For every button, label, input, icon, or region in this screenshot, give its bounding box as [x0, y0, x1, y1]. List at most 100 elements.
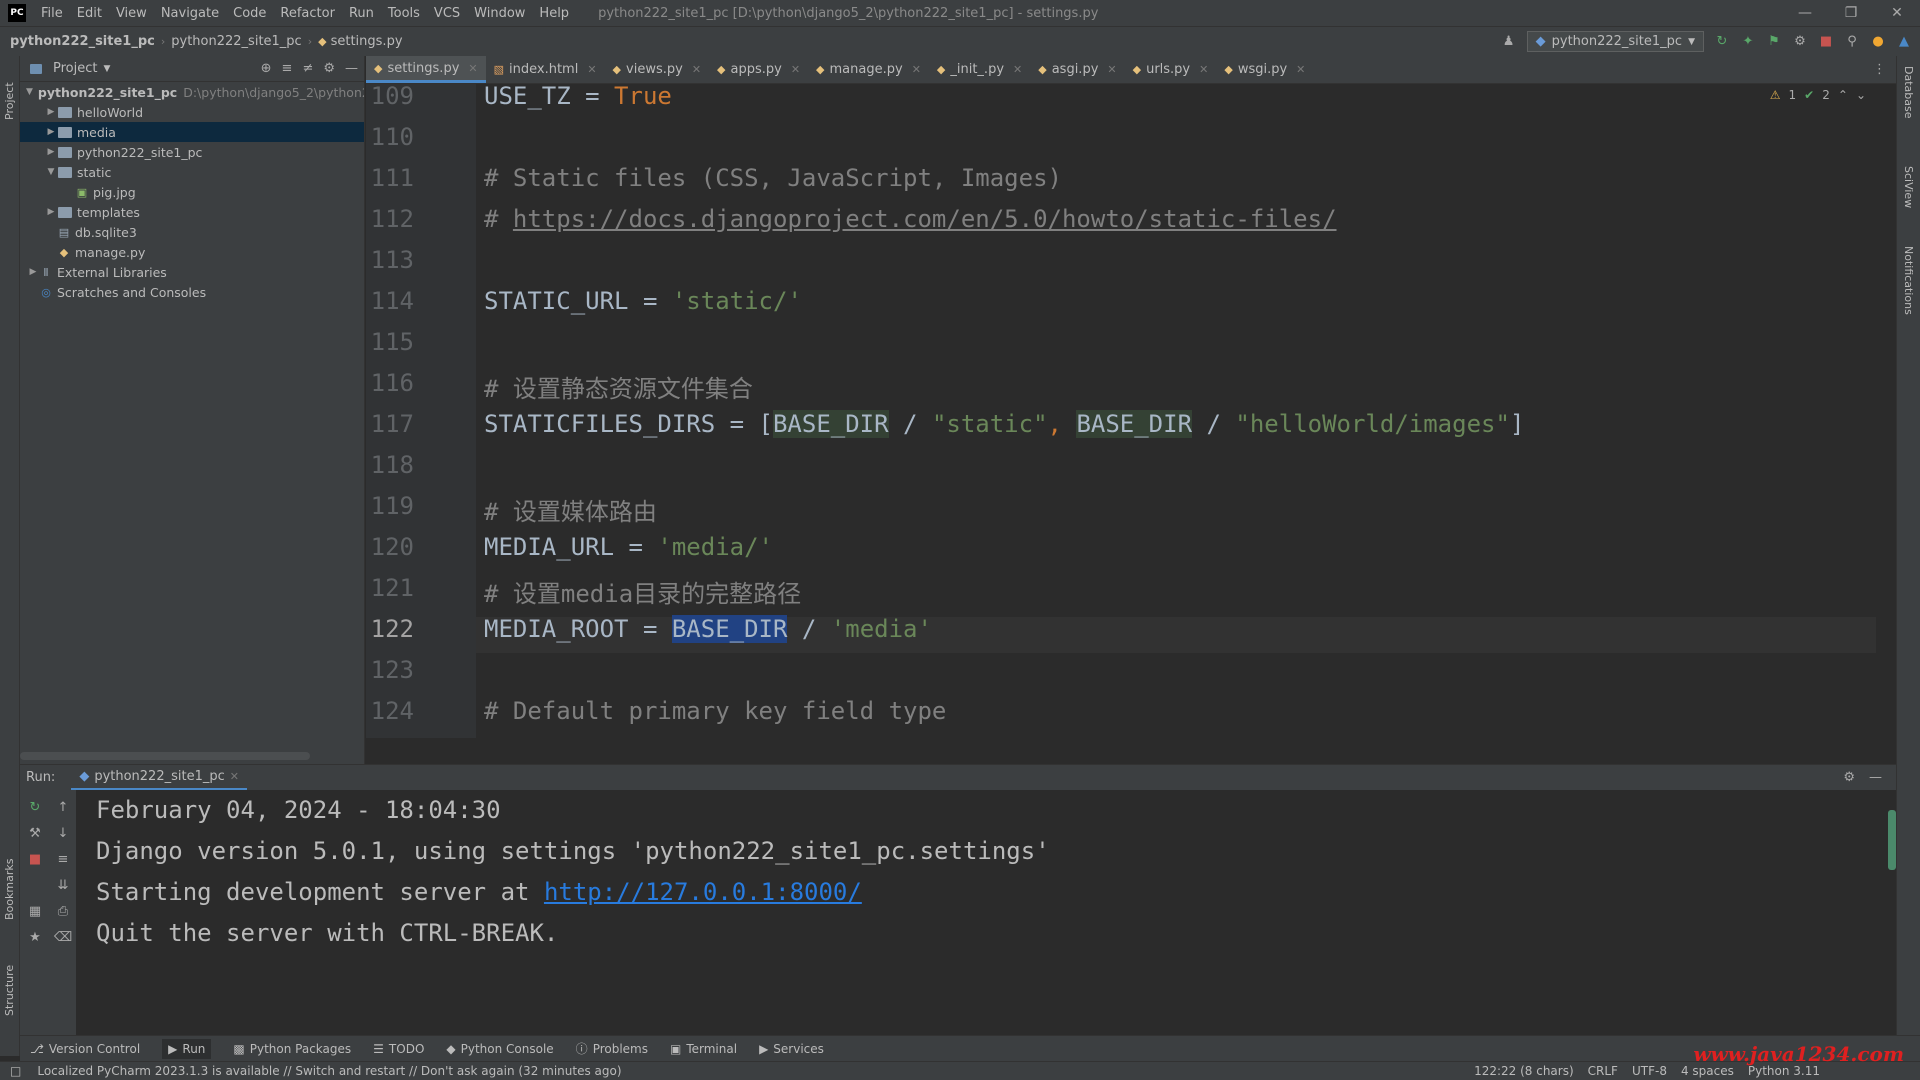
- tree-item[interactable]: ▼ static: [20, 162, 364, 182]
- run-console[interactable]: February 04, 2024 - 18:04:30 Django vers…: [76, 790, 1896, 1035]
- run-tab[interactable]: ◆ python222_site1_pc ✕: [71, 765, 247, 791]
- menu-help[interactable]: Help: [532, 6, 576, 21]
- editor-tab[interactable]: ◆ wsgi.py ✕: [1216, 56, 1313, 83]
- jetbrains-icon[interactable]: ▲: [1896, 34, 1912, 50]
- close-tab-icon[interactable]: ✕: [1296, 63, 1305, 76]
- stop-icon[interactable]: ■: [1818, 34, 1834, 50]
- profile-icon[interactable]: ⚙: [1792, 34, 1808, 50]
- tree-item[interactable]: ▶ media: [20, 122, 364, 142]
- editor-tab[interactable]: ◆ asgi.py ✕: [1030, 56, 1124, 83]
- indent-setting[interactable]: 4 spaces: [1681, 1064, 1734, 1078]
- locate-icon[interactable]: ⊕: [261, 61, 272, 76]
- inspection-widget[interactable]: ⚠ 1 ✔ 2 ⌃ ⌄: [1770, 88, 1866, 102]
- close-tab-icon[interactable]: ✕: [791, 63, 800, 76]
- trash-icon[interactable]: ⌫: [54, 928, 72, 946]
- close-tab-icon[interactable]: ✕: [1013, 63, 1022, 76]
- search-icon[interactable]: ⚲: [1844, 34, 1860, 50]
- close-tab-icon[interactable]: ✕: [1107, 63, 1116, 76]
- caret-position[interactable]: 122:22 (8 chars): [1474, 1064, 1574, 1078]
- close-tab-icon[interactable]: ✕: [230, 770, 239, 783]
- expand-all-icon[interactable]: ≡: [282, 61, 293, 76]
- editor-tab[interactable]: ◆ apps.py ✕: [709, 56, 808, 83]
- tree-item[interactable]: ◆ manage.py: [20, 242, 364, 262]
- python-console-tool-button[interactable]: ◆ Python Console: [446, 1042, 553, 1056]
- hide-icon[interactable]: —: [1869, 770, 1882, 785]
- collapse-all-icon[interactable]: ≠: [302, 61, 313, 76]
- line-separator[interactable]: CRLF: [1588, 1064, 1618, 1078]
- python-packages-tool-button[interactable]: ▩ Python Packages: [233, 1042, 351, 1056]
- layout-icon[interactable]: ▦: [26, 902, 44, 920]
- close-tab-icon[interactable]: ✕: [1199, 63, 1208, 76]
- minimize-icon[interactable]: —: [1782, 5, 1828, 21]
- chevron-right-icon[interactable]: ▶: [44, 107, 58, 117]
- more-tabs-icon[interactable]: ⋮: [1863, 56, 1896, 83]
- run-configuration-select[interactable]: ◆ python222_site1_pc ▼: [1526, 31, 1704, 52]
- menu-edit[interactable]: Edit: [70, 6, 109, 21]
- menu-vcs[interactable]: VCS: [427, 6, 467, 21]
- code-editor[interactable]: 109 110 111 112 113 114 115 116 117 118 119 120 121 1…: [366, 84, 1896, 738]
- chevron-right-icon[interactable]: ▶: [44, 147, 58, 157]
- chevron-up-icon[interactable]: ⌃: [1838, 88, 1848, 102]
- tree-item[interactable]: ▶ helloWorld: [20, 102, 364, 122]
- rerun-icon[interactable]: ↻: [1714, 34, 1730, 50]
- project-horizontal-scrollbar[interactable]: [20, 752, 310, 760]
- breadcrumb-file[interactable]: settings.py: [331, 34, 403, 49]
- tree-item[interactable]: ▶ Ⅱ External Libraries: [20, 262, 364, 282]
- tree-item[interactable]: ◎ Scratches and Consoles: [20, 282, 364, 302]
- arrow-up-icon[interactable]: ↑: [54, 798, 72, 816]
- gear-icon[interactable]: ⚙: [1843, 770, 1855, 785]
- file-encoding[interactable]: UTF-8: [1632, 1064, 1667, 1078]
- menu-run[interactable]: Run: [342, 6, 381, 21]
- tree-item[interactable]: ▼ python222_site1_pc D:\python\django5_2\p…: [20, 82, 364, 102]
- soft-wrap-icon[interactable]: ≡: [54, 850, 72, 868]
- restore-icon[interactable]: ❐: [1828, 5, 1874, 21]
- chevron-down-icon[interactable]: ▼: [26, 87, 33, 97]
- terminal-tool-button[interactable]: ▣ Terminal: [670, 1042, 737, 1056]
- menu-file[interactable]: File: [34, 6, 70, 21]
- project-panel-title[interactable]: Project: [53, 61, 97, 76]
- editor-tab[interactable]: ◆ manage.py ✕: [808, 56, 929, 83]
- python-interpreter[interactable]: Python 3.11: [1748, 1064, 1820, 1078]
- notifications-tool-button[interactable]: Notifications: [1902, 246, 1915, 315]
- chevron-right-icon[interactable]: ▶: [44, 207, 58, 217]
- stop-icon[interactable]: ■: [26, 850, 44, 868]
- run-tool-button[interactable]: ▶ Run: [162, 1038, 212, 1059]
- gear-icon[interactable]: ⚙: [323, 61, 335, 76]
- database-tool-button[interactable]: Database: [1902, 66, 1915, 119]
- project-tool-button[interactable]: Project: [3, 82, 16, 120]
- menu-code[interactable]: Code: [226, 6, 273, 21]
- sciview-tool-button[interactable]: SciView: [1902, 166, 1915, 208]
- notification-icon[interactable]: □: [10, 1064, 21, 1078]
- print-icon[interactable]: ⎙: [54, 902, 72, 920]
- console-scrollbar[interactable]: [1888, 810, 1896, 870]
- breadcrumb-package[interactable]: python222_site1_pc: [171, 34, 301, 49]
- scroll-to-end-icon[interactable]: ⇊: [54, 876, 72, 894]
- wrench-icon[interactable]: ⚒: [26, 824, 44, 842]
- breadcrumb-project[interactable]: python222_site1_pc: [10, 34, 155, 49]
- editor-tab[interactable]: ◆ settings.py ✕: [366, 56, 486, 83]
- todo-tool-button[interactable]: ☰ TODO: [373, 1042, 424, 1056]
- close-tab-icon[interactable]: ✕: [587, 63, 596, 76]
- close-tab-icon[interactable]: ✕: [912, 63, 921, 76]
- hide-icon[interactable]: —: [345, 61, 358, 76]
- menu-view[interactable]: View: [109, 6, 154, 21]
- update-icon[interactable]: ●: [1870, 34, 1886, 50]
- chevron-down-icon[interactable]: ▼: [44, 167, 58, 177]
- editor-tab[interactable]: ◆ _init_.py ✕: [929, 56, 1030, 83]
- chevron-right-icon[interactable]: ▶: [44, 127, 58, 137]
- tree-item[interactable]: ▣ pig.jpg: [20, 182, 364, 202]
- tree-item[interactable]: ▶ templates: [20, 202, 364, 222]
- coverage-icon[interactable]: ⚑: [1766, 34, 1782, 50]
- user-icon[interactable]: ♟: [1501, 34, 1517, 50]
- close-tab-icon[interactable]: ✕: [692, 63, 701, 76]
- status-message[interactable]: Localized PyCharm 2023.1.3 is available …: [37, 1064, 621, 1078]
- close-icon[interactable]: ✕: [1874, 5, 1920, 21]
- chevron-down-icon[interactable]: ▼: [103, 64, 110, 74]
- tree-item[interactable]: ▶ python222_site1_pc: [20, 142, 364, 162]
- rerun-icon[interactable]: ↻: [26, 798, 44, 816]
- chevron-right-icon[interactable]: ▶: [26, 267, 40, 277]
- editor-tab[interactable]: ◆ urls.py ✕: [1125, 56, 1217, 83]
- editor-tab[interactable]: ▧ index.html ✕: [486, 56, 605, 83]
- pin-icon[interactable]: ★: [26, 928, 44, 946]
- editor-tab[interactable]: ◆ views.py ✕: [605, 56, 709, 83]
